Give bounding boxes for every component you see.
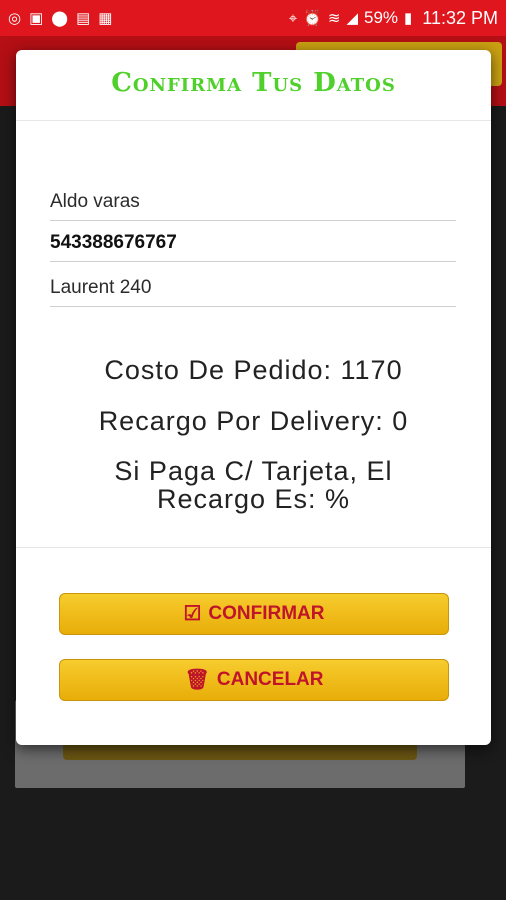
battery-percent: 59% — [363, 8, 399, 27]
notification-icons: ◎ ▣ ⬤ ▤ ▦ — [8, 11, 112, 26]
trash-icon: 🗑 — [184, 669, 210, 691]
status-bar: ◎ ▣ ⬤ ▤ ▦ ⌖ ⏰ ≋ ◢ 59% ▮ 11:32 PM — [0, 0, 506, 36]
wifi-icon: ≋ — [327, 9, 341, 27]
buttons-divider — [16, 547, 491, 548]
instagram-icon: ◎ — [8, 9, 22, 27]
confirm-dialog: Confirma Tus Datos Aldo varas 5433886767… — [16, 50, 491, 745]
name-field[interactable]: Aldo varas — [50, 184, 456, 221]
card-surcharge-line-2: Recargo Es: % — [156, 484, 351, 514]
gallery-icon: ▤ — [76, 9, 91, 27]
order-cost-text: Costo De Pedido: 1170 — [104, 355, 403, 385]
delivery-charge-text: Recargo Por Delivery: 0 — [98, 406, 409, 436]
location-icon: ⌖ — [288, 9, 298, 27]
cancel-button[interactable]: 🗑 CANCELAR — [59, 659, 449, 701]
title-divider — [16, 120, 491, 121]
confirm-button-label: CONFIRMAR — [208, 603, 325, 624]
phone-field[interactable]: 543388676767 — [50, 225, 456, 262]
news-icon: ⬤ — [51, 9, 69, 27]
signal-icon: ◢ — [346, 9, 358, 27]
battery-icon: ▮ — [404, 9, 413, 27]
dialog-title: Confirma Tus Datos — [111, 68, 396, 98]
address-field[interactable]: Laurent 240 — [50, 270, 456, 307]
system-icons: ⌖ ⏰ ≋ ◢ 59% ▮ 11:32 PM — [289, 8, 498, 29]
alarm-icon: ⏰ — [303, 9, 322, 27]
notes-icon: ▦ — [98, 9, 113, 27]
confirm-button[interactable]: ☑ CONFIRMAR — [59, 593, 449, 635]
image-icon: ▣ — [29, 9, 44, 27]
check-square-icon: ☑ — [183, 603, 202, 625]
clock: 11:32 PM — [422, 7, 498, 28]
card-surcharge-line-1: Si Paga C/ Tarjeta, El — [114, 456, 393, 486]
cancel-button-label: CANCELAR — [216, 669, 324, 690]
